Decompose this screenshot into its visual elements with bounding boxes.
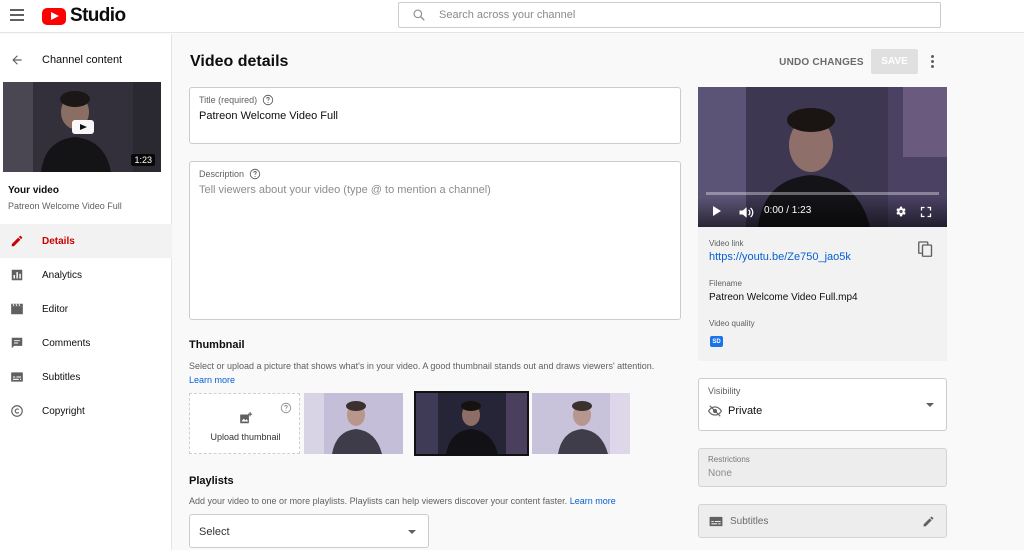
undo-changes-button[interactable]: UNDO CHANGES (775, 52, 868, 72)
video-info-card: Video link https://youtu.be/Ze750_jao5k … (698, 227, 947, 361)
sidebar-item-details[interactable]: Details (0, 224, 172, 258)
subtitles-icon (709, 516, 723, 527)
youtube-logo-icon (42, 7, 66, 25)
upload-thumbnail-button[interactable]: Upload thumbnail (189, 393, 300, 454)
visibility-label: Visibility (708, 386, 741, 396)
subtitles-icon (10, 370, 24, 384)
settings-gear-icon[interactable] (894, 205, 907, 218)
search-bar[interactable] (398, 2, 941, 28)
sidebar-nav: Details Analytics Editor Comments Subtit… (0, 224, 172, 428)
video-name: Patreon Welcome Video Full (8, 201, 122, 211)
restrictions-label: Restrictions (708, 455, 750, 464)
volume-icon[interactable] (738, 206, 754, 219)
sidebar-item-comments[interactable]: Comments (0, 326, 172, 360)
more-options-icon[interactable] (926, 52, 938, 70)
fullscreen-icon[interactable] (920, 206, 932, 218)
video-link-label: Video link (709, 239, 744, 248)
description-input[interactable]: Tell viewers about your video (type @ to… (199, 184, 491, 196)
comment-icon (10, 336, 24, 350)
film-icon (10, 302, 24, 316)
help-icon[interactable] (249, 168, 261, 180)
restrictions-field: Restrictions None (698, 448, 947, 487)
eye-off-icon (708, 405, 722, 417)
playlists-learn-more-link[interactable]: Learn more (570, 496, 616, 506)
description-label-text: Description (199, 169, 245, 179)
thumbnail-image (416, 393, 527, 454)
sidebar-item-editor[interactable]: Editor (0, 292, 172, 326)
thumbnail-option-selected[interactable] (414, 391, 529, 456)
player-controls (698, 197, 947, 227)
video-link[interactable]: https://youtu.be/Ze750_jao5k (709, 251, 851, 263)
sidebar-item-label: Details (42, 235, 75, 247)
subtitles-label: Subtitles (730, 516, 769, 527)
restrictions-value: None (708, 468, 732, 479)
video-duration: 1:23 (131, 154, 155, 166)
play-icon[interactable] (713, 206, 721, 216)
title-field[interactable]: Title (required) Patreon Welcome Video F… (189, 87, 681, 144)
playlists-heading: Playlists (189, 475, 234, 487)
studio-logo[interactable]: Studio (42, 5, 126, 27)
sidebar-item-analytics[interactable]: Analytics (0, 258, 172, 292)
sidebar-item-copyright[interactable]: Copyright (0, 394, 172, 428)
pencil-icon[interactable] (922, 515, 935, 528)
video-thumbnail[interactable]: 1:23 (3, 82, 161, 172)
save-button[interactable]: SAVE (871, 49, 918, 74)
arrow-back-icon[interactable] (10, 53, 24, 67)
top-bar: Studio (0, 0, 1024, 33)
player-progress-bar[interactable] (706, 192, 939, 195)
copyright-icon (10, 404, 24, 418)
hamburger-menu-icon[interactable] (10, 9, 24, 21)
bar-chart-icon (10, 268, 24, 282)
logo-text: Studio (70, 5, 126, 26)
search-input[interactable] (439, 9, 919, 21)
sidebar-item-subtitles[interactable]: Subtitles (0, 360, 172, 394)
thumbnail-heading: Thumbnail (189, 339, 245, 351)
filename-label: Filename (709, 279, 742, 288)
chevron-down-icon (926, 403, 934, 407)
visibility-select[interactable]: Visibility Private (698, 378, 947, 431)
your-video-label: Your video (8, 185, 59, 196)
page-title: Video details (190, 53, 289, 70)
back-label: Channel content (42, 54, 123, 66)
visibility-value: Private (728, 405, 763, 417)
thumbnail-option[interactable] (304, 393, 403, 454)
help-icon[interactable] (262, 94, 274, 106)
title-input[interactable]: Patreon Welcome Video Full (199, 110, 338, 122)
player-time: 0:00 / 1:23 (764, 205, 812, 216)
title-label-text: Title (required) (199, 95, 258, 105)
copy-icon[interactable] (918, 241, 933, 258)
help-icon[interactable] (280, 402, 292, 414)
playlist-select-value: Select (199, 526, 230, 538)
search-icon (413, 9, 425, 21)
filename-value: Patreon Welcome Video Full.mp4 (709, 292, 858, 303)
sidebar-item-label: Comments (42, 337, 91, 349)
pencil-icon (10, 234, 24, 248)
sidebar-item-label: Editor (42, 303, 69, 315)
chevron-down-icon (408, 530, 416, 534)
description-field[interactable]: Description Tell viewers about your vide… (189, 161, 681, 320)
sidebar-item-label: Subtitles (42, 371, 81, 383)
thumbnail-option[interactable] (532, 393, 630, 454)
add-photo-icon (240, 412, 253, 424)
playlists-description: Add your video to one or more playlists.… (189, 496, 568, 506)
title-label: Title (required) (199, 94, 274, 106)
sidebar-item-label: Copyright (42, 405, 85, 417)
back-to-channel-content[interactable]: Channel content (0, 48, 172, 72)
sidebar: Channel content 1:23 Your video Patreon … (0, 34, 172, 550)
description-label: Description (199, 168, 261, 180)
thumbnail-description: Select or upload a picture that shows wh… (189, 361, 655, 371)
video-quality-label: Video quality (709, 319, 755, 328)
playlist-select[interactable]: Select (189, 514, 429, 548)
video-player[interactable]: 0:00 / 1:23 (698, 87, 947, 227)
sidebar-item-label: Analytics (42, 269, 83, 281)
thumbnail-options: Upload thumbnail (189, 391, 634, 456)
upload-thumbnail-label: Upload thumbnail (210, 432, 281, 442)
play-icon[interactable] (72, 120, 94, 134)
thumbnail-learn-more-link[interactable]: Learn more (189, 375, 235, 385)
thumbnail-image (304, 393, 403, 454)
subtitles-button[interactable]: Subtitles (698, 504, 947, 538)
playlists-description-row: Add your video to one or more playlists.… (189, 496, 616, 506)
thumbnail-image (532, 393, 630, 454)
sd-quality-icon: SD (710, 336, 723, 347)
